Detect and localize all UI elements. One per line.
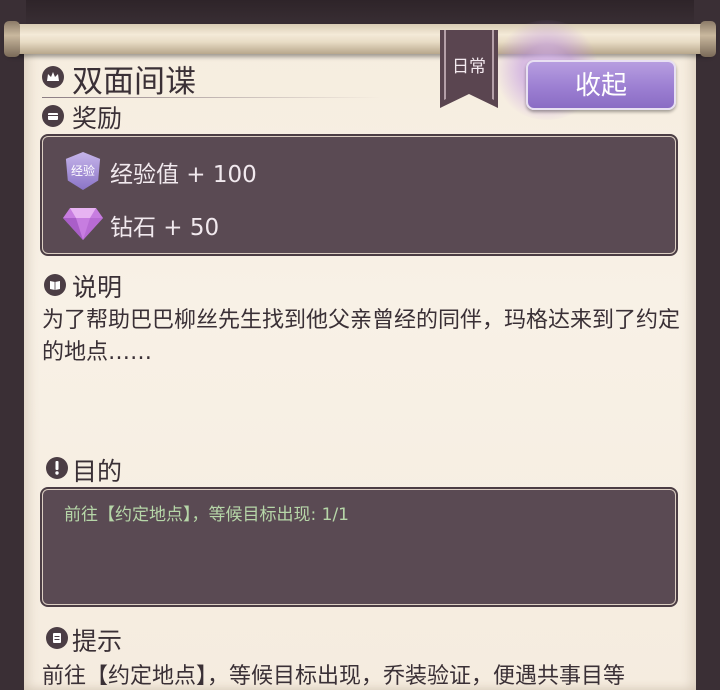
chest-icon (42, 105, 64, 127)
objective-heading: 目的 (72, 457, 123, 486)
scroll-rod-cap-right (700, 21, 716, 57)
reward-exp-label: 经验值 + 100 (110, 162, 257, 188)
objective-text: 前往【约定地点】，等候目标出现: 1/1 (64, 505, 349, 525)
reward-diamond-label: 钻石 + 50 (110, 215, 220, 241)
scroll-rod-cap-left (4, 21, 20, 57)
rewards-heading: 奖励 (72, 104, 123, 133)
daily-ribbon-label: 日常 (452, 57, 486, 77)
description-heading: 说明 (72, 273, 123, 302)
book-icon (44, 274, 66, 296)
hint-heading: 提示 (72, 627, 123, 656)
scroll-rod (6, 24, 714, 54)
description-text: 为了帮助巴巴柳丝先生找到他父亲曾经的同伴，玛格达来到了约定的地点…… (42, 308, 681, 365)
crown-icon (42, 66, 64, 88)
hint-text: 前往【约定地点】，等候目标出现，乔装验证，便遇共事目等 (42, 664, 626, 689)
diamond-icon (62, 204, 104, 242)
scroll-note-icon (46, 627, 68, 649)
left-frame (0, 0, 26, 681)
right-frame (694, 0, 720, 681)
exclamation-icon (46, 457, 68, 479)
collapse-button[interactable]: 收起 (526, 60, 676, 110)
quest-title: 双面间谍 (72, 64, 196, 100)
title-divider (42, 97, 382, 98)
